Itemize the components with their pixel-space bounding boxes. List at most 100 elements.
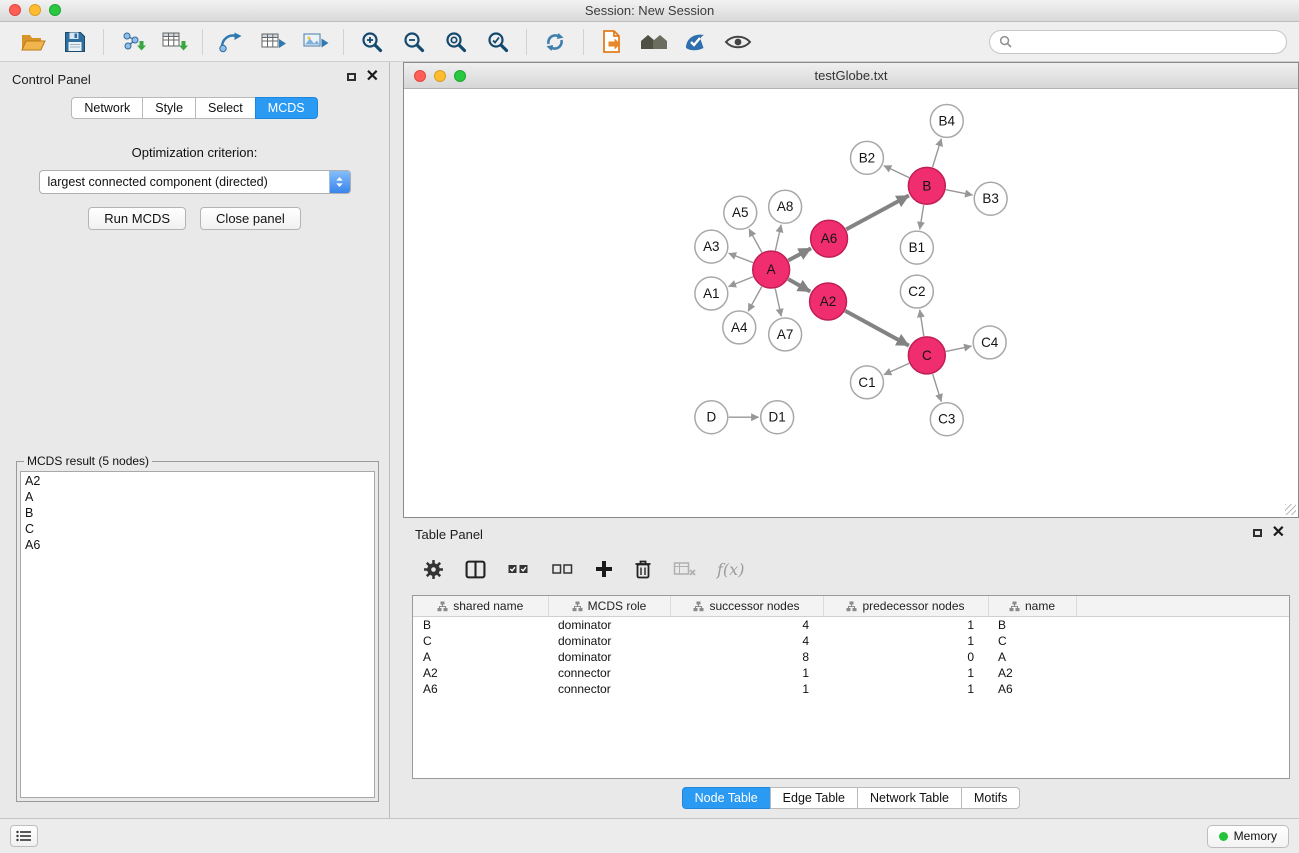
graph-edge-B-B4[interactable]	[933, 139, 942, 168]
column-header[interactable]: shared name	[413, 596, 548, 617]
table-panel-float-button[interactable]	[1253, 529, 1262, 537]
table-row[interactable]: Bdominator41B	[413, 617, 1289, 634]
function-builder-button[interactable]: f(x)	[717, 560, 744, 579]
graph-edge-B-B2[interactable]	[884, 166, 909, 178]
network-overview-button[interactable]	[633, 25, 675, 59]
close-panel-button[interactable]: Close panel	[200, 207, 301, 230]
zoom-out-button[interactable]	[393, 25, 435, 59]
graph-node-B4[interactable]: B4	[930, 104, 963, 137]
show-columns-button[interactable]	[465, 552, 486, 586]
apply-style-button[interactable]	[675, 25, 717, 59]
graph-edge-A-A4[interactable]	[748, 287, 762, 312]
graph-node-A2[interactable]: A2	[810, 283, 847, 320]
graph-edge-C-C1[interactable]	[884, 363, 909, 374]
tab-edge-table[interactable]: Edge Table	[770, 787, 858, 809]
table-settings-button[interactable]	[423, 552, 444, 586]
refresh-layout-button[interactable]	[534, 25, 576, 59]
graph-node-C2[interactable]: C2	[900, 275, 933, 308]
tab-style[interactable]: Style	[142, 97, 196, 119]
graph-edge-A-A5[interactable]	[749, 229, 762, 253]
graph-node-A[interactable]: A	[753, 251, 790, 288]
graph-edge-C-C4[interactable]	[946, 346, 972, 351]
mcds-result-item[interactable]: C	[25, 521, 370, 537]
import-network-button[interactable]	[111, 25, 153, 59]
memory-button[interactable]: Memory	[1207, 825, 1289, 848]
graph-node-C4[interactable]: C4	[973, 326, 1006, 359]
tab-select[interactable]: Select	[195, 97, 256, 119]
graph-node-B1[interactable]: B1	[900, 231, 933, 264]
mcds-result-item[interactable]: B	[25, 505, 370, 521]
zoom-selected-button[interactable]	[477, 25, 519, 59]
graph-node-D1[interactable]: D1	[761, 401, 794, 434]
open-session-button[interactable]	[12, 25, 54, 59]
tab-network-table[interactable]: Network Table	[857, 787, 962, 809]
table-panel-close-button[interactable]: ✕	[1272, 527, 1285, 539]
graph-node-B[interactable]: B	[908, 167, 945, 204]
run-mcds-button[interactable]: Run MCDS	[88, 207, 186, 230]
minimize-window-button[interactable]	[29, 4, 41, 16]
delete-column-button[interactable]	[634, 552, 652, 586]
node-table-container[interactable]: shared nameMCDS rolesuccessor nodesprede…	[412, 595, 1290, 779]
graph-edge-A-A3[interactable]	[729, 253, 753, 262]
column-header[interactable]: successor nodes	[670, 596, 823, 617]
graph-edge-A-A6[interactable]	[788, 248, 811, 260]
graph-node-B3[interactable]: B3	[974, 182, 1007, 215]
unselect-all-button[interactable]	[551, 552, 574, 586]
network-canvas[interactable]: B4B2BB3A5A8A6B1A3AC2A1A2A4A7C4CC1C3DD1	[404, 89, 1298, 517]
column-header[interactable]: predecessor nodes	[823, 596, 988, 617]
tab-mcds[interactable]: MCDS	[255, 97, 318, 119]
optimization-select[interactable]: largest connected component (directed)	[39, 170, 351, 194]
graph-edge-A-A1[interactable]	[728, 277, 753, 287]
mcds-result-item[interactable]: A	[25, 489, 370, 505]
graph-node-A7[interactable]: A7	[769, 318, 802, 351]
graph-edge-B-B3[interactable]	[946, 190, 973, 195]
import-table-button[interactable]	[153, 25, 195, 59]
save-session-button[interactable]	[54, 25, 96, 59]
select-all-button[interactable]	[507, 552, 530, 586]
network-minimize-button[interactable]	[434, 70, 446, 82]
panel-close-button[interactable]: ✕	[366, 71, 379, 83]
graph-node-A8[interactable]: A8	[769, 190, 802, 223]
graph-node-A4[interactable]: A4	[723, 311, 756, 344]
task-history-button[interactable]	[10, 825, 38, 847]
graph-edge-A2-C[interactable]	[845, 311, 909, 346]
zoom-fit-button[interactable]	[435, 25, 477, 59]
table-row[interactable]: Adominator80A	[413, 649, 1289, 665]
tab-network[interactable]: Network	[71, 97, 143, 119]
graph-node-C[interactable]: C	[908, 337, 945, 374]
tab-node-table[interactable]: Node Table	[682, 787, 771, 809]
delete-table-button[interactable]	[673, 552, 696, 586]
graph-edge-A-A2[interactable]	[788, 279, 810, 291]
graph-edge-C-C2[interactable]	[920, 310, 924, 336]
show-hide-button[interactable]	[717, 25, 759, 59]
graph-node-A6[interactable]: A6	[811, 220, 848, 257]
network-zoom-button[interactable]	[454, 70, 466, 82]
network-graph[interactable]: B4B2BB3A5A8A6B1A3AC2A1A2A4A7C4CC1C3DD1	[404, 89, 1298, 517]
graph-edge-C-C3[interactable]	[933, 374, 942, 402]
search-input[interactable]	[1017, 35, 1277, 49]
mcds-result-list[interactable]: A2ABCA6	[20, 471, 375, 798]
graph-edge-A6-B[interactable]	[846, 196, 909, 230]
panel-float-button[interactable]	[347, 73, 356, 81]
graph-node-C3[interactable]: C3	[930, 403, 963, 436]
table-row[interactable]: A6connector11A6	[413, 681, 1289, 697]
table-row[interactable]: Cdominator41C	[413, 633, 1289, 649]
column-header[interactable]: name	[988, 596, 1076, 617]
graph-node-A5[interactable]: A5	[724, 196, 757, 229]
network-close-button[interactable]	[414, 70, 426, 82]
network-window-titlebar[interactable]: testGlobe.txt	[404, 63, 1298, 89]
column-header[interactable]: MCDS role	[548, 596, 670, 617]
graph-edge-A-A7[interactable]	[775, 289, 781, 317]
graph-node-B2[interactable]: B2	[851, 141, 884, 174]
graph-node-C1[interactable]: C1	[851, 366, 884, 399]
search-box[interactable]	[989, 30, 1287, 54]
export-network-button[interactable]	[210, 25, 252, 59]
graph-node-D[interactable]: D	[695, 401, 728, 434]
export-table-button[interactable]	[252, 25, 294, 59]
table-row[interactable]: A2connector11A2	[413, 665, 1289, 681]
export-image-button[interactable]	[294, 25, 336, 59]
graph-edge-B-B1[interactable]	[920, 205, 924, 229]
graph-node-A1[interactable]: A1	[695, 277, 728, 310]
mcds-result-item[interactable]: A2	[25, 473, 370, 489]
zoom-in-button[interactable]	[351, 25, 393, 59]
